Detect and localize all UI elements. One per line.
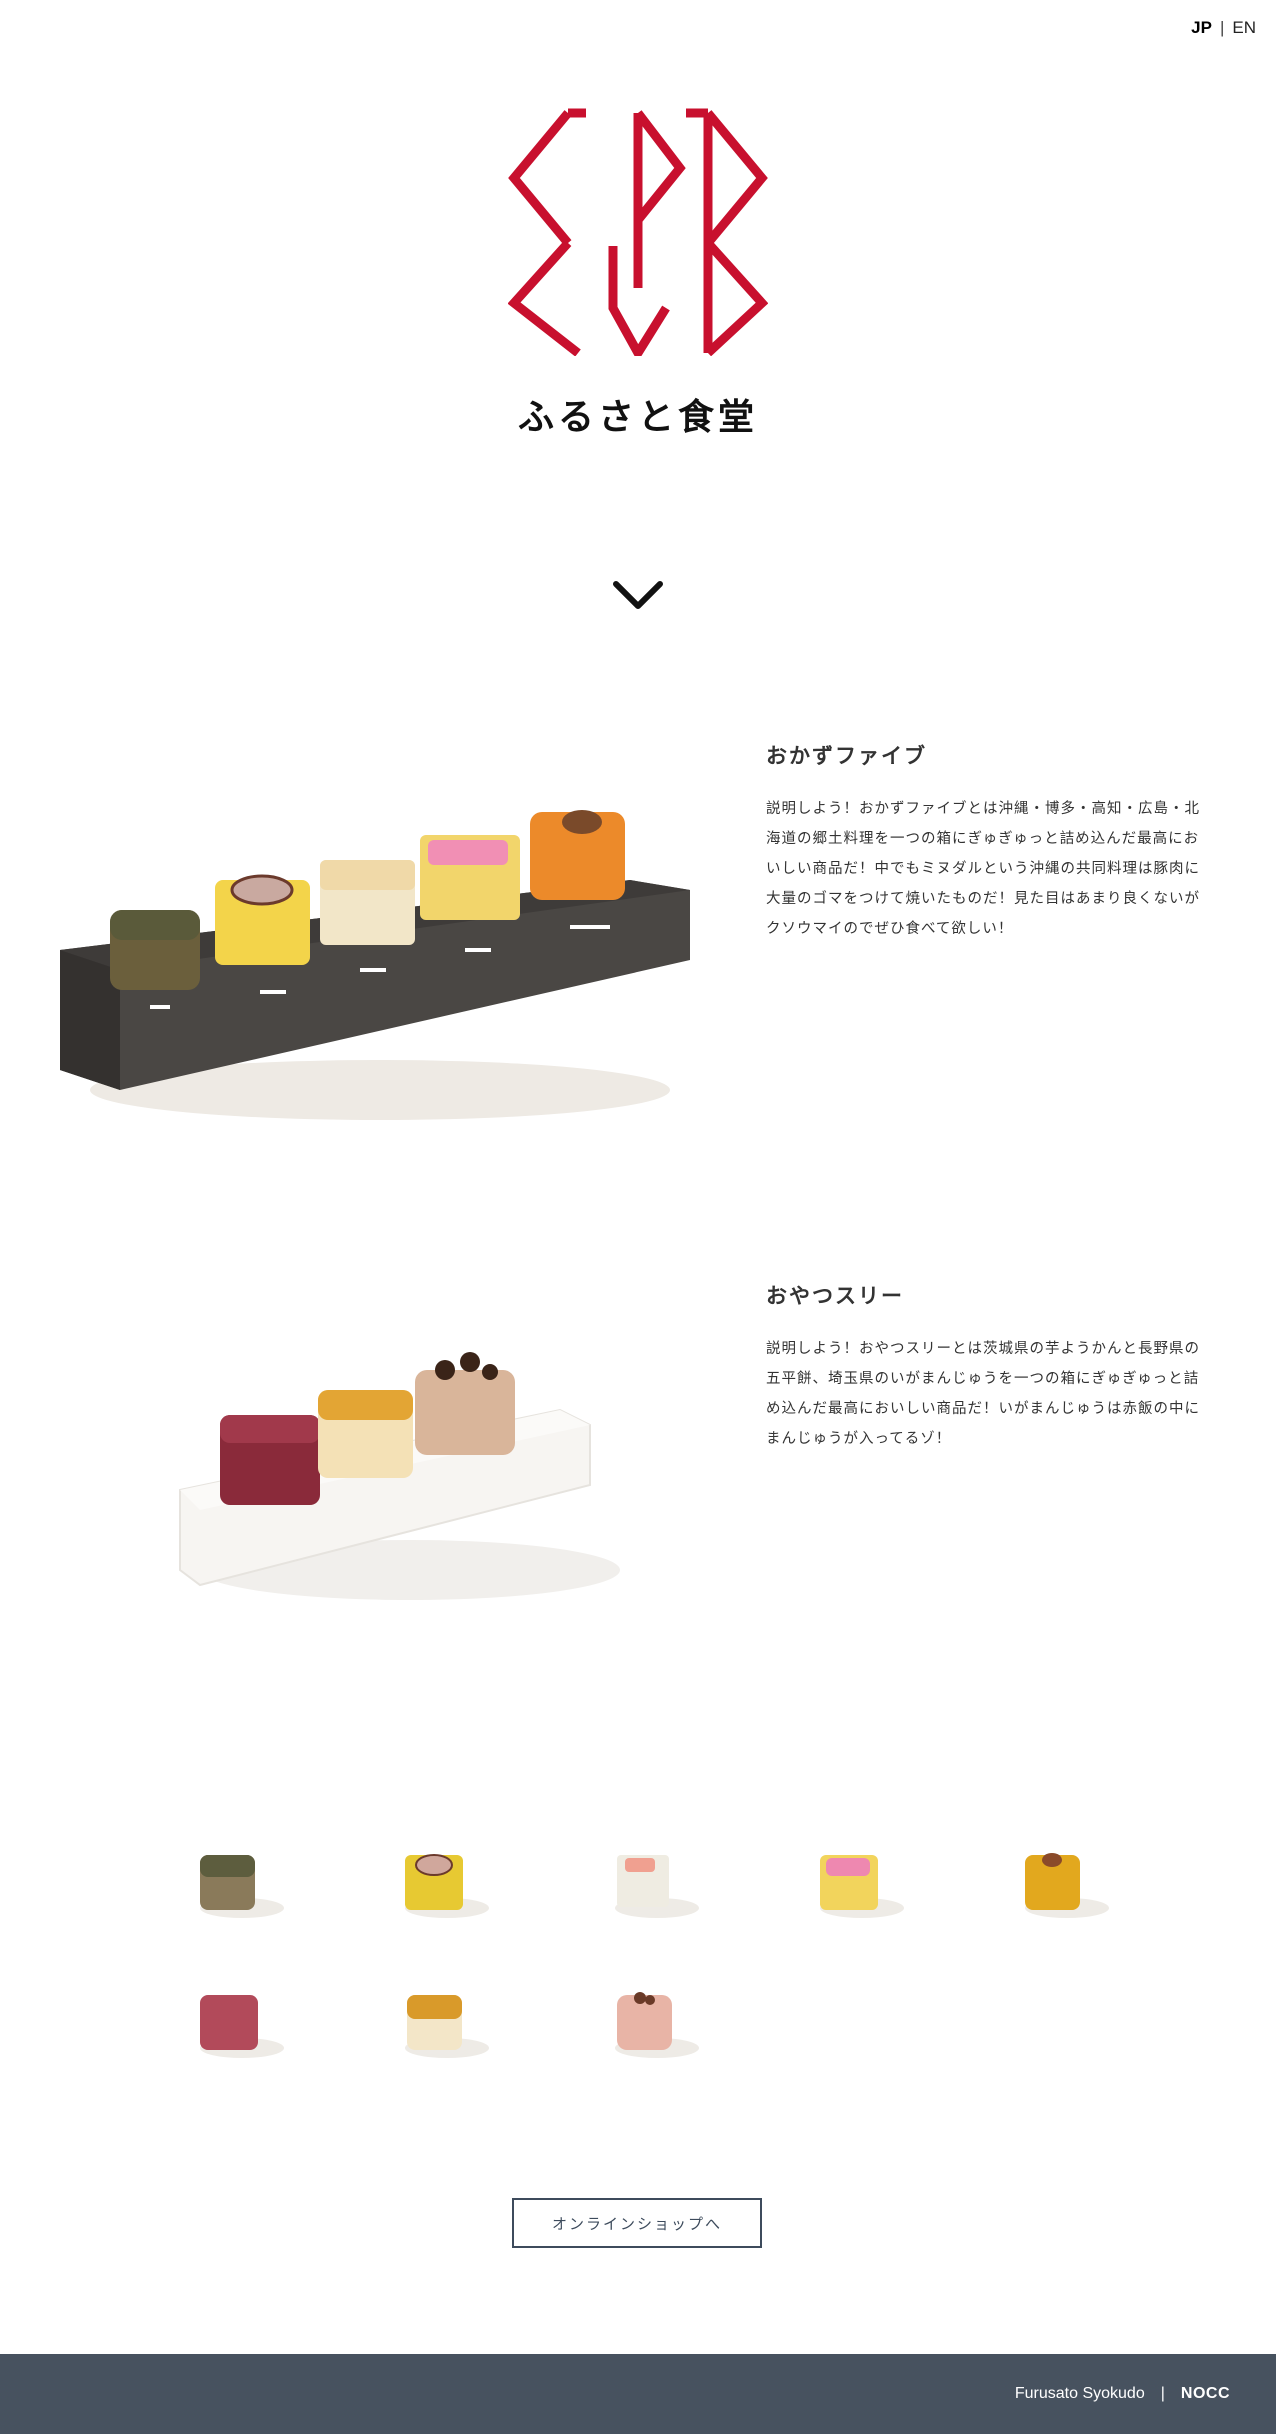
thumbnail-imo[interactable] bbox=[1005, 1830, 1115, 1930]
thumbnail-iga-manju[interactable] bbox=[595, 1970, 705, 2070]
lang-en-link[interactable]: EN bbox=[1232, 18, 1256, 38]
thumbnail-gohei-mochi[interactable] bbox=[385, 1970, 495, 2070]
thumbnail-imo-youkan[interactable] bbox=[180, 1970, 290, 2070]
lang-separator: | bbox=[1219, 18, 1225, 37]
brand-title: ふるさと食堂 bbox=[517, 396, 758, 438]
oyatsu-three-image bbox=[179, 1352, 620, 1600]
thumbnail-tofu[interactable] bbox=[595, 1830, 705, 1930]
okazu-five-image bbox=[60, 810, 690, 1120]
product-title: おやつスリー bbox=[766, 1283, 904, 1308]
brand-logo bbox=[508, 108, 768, 356]
thumbnail-mivudaru[interactable] bbox=[180, 1830, 290, 1930]
product-title: おかずファイブ bbox=[766, 743, 927, 768]
online-shop-button[interactable]: オンラインショップへ bbox=[512, 2198, 762, 2248]
footer-site-name: Furusato Syokudo bbox=[1014, 2385, 1145, 2402]
okazu-five-text: おかずファイブ 説明しよう！おかずファイブとは沖縄・博多・高知・広島・北海道の郷… bbox=[766, 740, 1206, 944]
thumbnail-tamagoyaki[interactable] bbox=[385, 1830, 495, 1930]
product-description: 説明しよう！おやつスリーとは茨城県の芋ようかんと長野県の五平餅、埼玉県のいがまん… bbox=[766, 1341, 1200, 1447]
product-description: 説明しよう！おかずファイブとは沖縄・博多・高知・広島・北海道の郷土料理を一つの箱… bbox=[766, 801, 1200, 937]
language-switch: JP | EN bbox=[1191, 18, 1256, 38]
footer-company-link[interactable]: NOCC bbox=[1181, 2385, 1230, 2403]
lang-jp-link[interactable]: JP bbox=[1191, 18, 1212, 38]
oyatsu-three-text: おやつスリー 説明しよう！おやつスリーとは茨城県の芋ようかんと長野県の五平餅、埼… bbox=[766, 1280, 1206, 1454]
footer: Furusato Syokudo | NOCC bbox=[0, 2354, 1276, 2434]
chevron-down-icon[interactable] bbox=[612, 578, 664, 614]
footer-separator: | bbox=[1160, 2385, 1165, 2402]
thumbnail-okonomiyaki[interactable] bbox=[800, 1830, 910, 1930]
